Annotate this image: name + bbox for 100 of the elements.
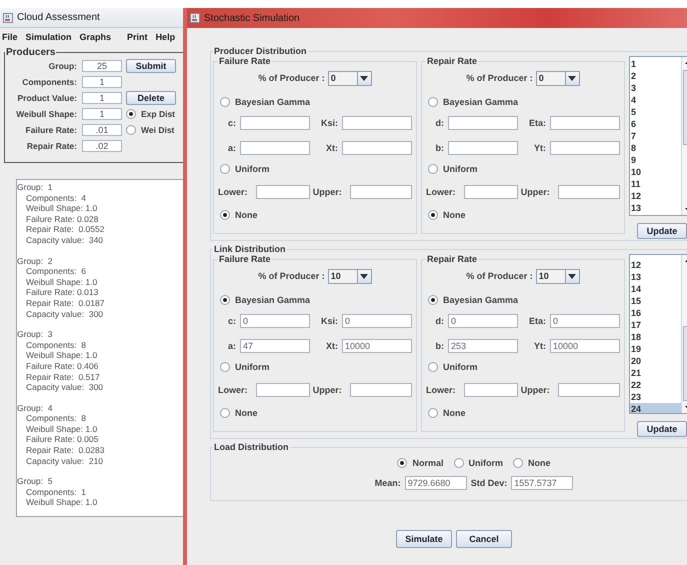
text-field[interactable] bbox=[550, 116, 620, 130]
list-item[interactable]: 4 bbox=[630, 94, 681, 106]
menu-item[interactable]: Graphs bbox=[80, 32, 112, 42]
list-item[interactable]: 3 bbox=[630, 82, 681, 94]
dropdown[interactable]: 10 bbox=[328, 268, 372, 284]
field-label: Std Dev: bbox=[470, 478, 508, 488]
radio-button[interactable]: Bayesian Gamma bbox=[428, 97, 518, 107]
text-field[interactable] bbox=[448, 116, 518, 130]
list-item[interactable]: 24 bbox=[630, 403, 681, 413]
dropdown[interactable]: 10 bbox=[536, 268, 580, 284]
text-field[interactable]: 0 bbox=[240, 314, 310, 328]
text-field[interactable] bbox=[464, 383, 518, 397]
text-field[interactable] bbox=[350, 185, 412, 199]
list-item[interactable]: 14 bbox=[630, 283, 681, 295]
radio-button[interactable]: Uniform bbox=[454, 458, 503, 468]
list-item[interactable]: 13 bbox=[630, 202, 681, 214]
list-item[interactable]: 12 bbox=[630, 190, 681, 202]
text-field[interactable]: 1557.5737 bbox=[511, 476, 574, 490]
group-detail: Weibull Shape: 1.0 bbox=[25, 424, 98, 434]
text-field[interactable]: .01 bbox=[82, 124, 122, 136]
group-detail: Weibull Shape: 1.0 bbox=[25, 203, 98, 214]
text-field[interactable]: 1 bbox=[82, 76, 122, 88]
dropdown[interactable]: 0 bbox=[328, 70, 372, 86]
list-item[interactable]: 6 bbox=[630, 118, 681, 130]
text-field[interactable]: 0 bbox=[342, 314, 412, 328]
text-field[interactable] bbox=[256, 185, 310, 199]
list-item[interactable]: 16 bbox=[630, 307, 681, 319]
text-field[interactable] bbox=[342, 141, 412, 155]
text-field[interactable]: 0 bbox=[448, 314, 518, 328]
radio-button[interactable]: Uniform bbox=[428, 362, 478, 372]
list-item[interactable]: 9 bbox=[630, 154, 681, 166]
field-label: Components: bbox=[21, 77, 77, 87]
action-button[interactable]: Delete bbox=[126, 91, 176, 105]
text-field[interactable] bbox=[558, 185, 620, 199]
text-field[interactable]: 47 bbox=[240, 339, 310, 353]
text-field[interactable] bbox=[550, 141, 620, 155]
field-label: Eta: bbox=[528, 118, 546, 128]
radio-button[interactable]: Wei Dist bbox=[126, 125, 174, 135]
dialog-button[interactable]: Cancel bbox=[456, 530, 512, 548]
text-field[interactable]: 253 bbox=[448, 339, 518, 353]
radio-button[interactable]: Bayesian Gamma bbox=[220, 97, 310, 107]
list-item[interactable]: 10 bbox=[630, 166, 681, 178]
radio-button[interactable]: None bbox=[220, 408, 258, 418]
dropdown[interactable]: 0 bbox=[536, 70, 580, 86]
list-item[interactable]: 20 bbox=[630, 355, 681, 367]
radio-button[interactable]: None bbox=[220, 210, 258, 220]
text-field[interactable]: 1 bbox=[82, 108, 122, 120]
list-item[interactable]: 23 bbox=[630, 391, 681, 403]
text-field[interactable]: .02 bbox=[82, 140, 122, 152]
text-field[interactable]: 0 bbox=[550, 314, 620, 328]
list-item[interactable]: 1 bbox=[630, 58, 681, 70]
radio-button[interactable]: Normal bbox=[397, 458, 444, 468]
text-field[interactable]: 9729.6680 bbox=[404, 476, 467, 490]
update-button[interactable]: Update bbox=[637, 421, 687, 437]
radio-button[interactable]: Exp Dist bbox=[126, 109, 176, 119]
menu-item[interactable]: Simulation bbox=[26, 32, 72, 42]
text-field[interactable] bbox=[448, 141, 518, 155]
menu-item[interactable]: File bbox=[2, 32, 18, 42]
text-field[interactable] bbox=[240, 141, 310, 155]
radio-button[interactable]: None bbox=[428, 210, 466, 220]
text-field[interactable] bbox=[256, 383, 310, 397]
radio-button[interactable]: None bbox=[513, 458, 550, 468]
menu-item[interactable]: Print bbox=[127, 32, 148, 42]
list-item[interactable]: 12 bbox=[630, 259, 681, 271]
radio-button[interactable]: Bayesian Gamma bbox=[220, 295, 310, 305]
dialog-button[interactable]: Simulate bbox=[396, 530, 452, 548]
group-detail: Components: 4 bbox=[25, 192, 88, 204]
list-item[interactable]: 7 bbox=[630, 130, 681, 142]
panel-title: Producers bbox=[5, 47, 56, 58]
update-button[interactable]: Update bbox=[637, 223, 687, 239]
group-detail: Components: 8 bbox=[25, 413, 88, 424]
list-item[interactable]: 8 bbox=[630, 142, 681, 154]
action-button[interactable]: Submit bbox=[126, 59, 176, 73]
text-field[interactable]: 10000 bbox=[550, 339, 620, 353]
list-item[interactable]: 5 bbox=[630, 106, 681, 118]
text-field[interactable]: 1 bbox=[82, 92, 122, 104]
radio-button[interactable]: Uniform bbox=[220, 164, 270, 174]
text-field[interactable]: 10000 bbox=[342, 339, 412, 353]
radio-button[interactable]: None bbox=[428, 408, 466, 418]
list-item[interactable]: 11 bbox=[630, 178, 681, 190]
list-item[interactable]: 21 bbox=[630, 367, 681, 379]
list-item[interactable]: 13 bbox=[630, 271, 681, 283]
list-item[interactable]: 15 bbox=[630, 295, 681, 307]
text-field[interactable] bbox=[350, 383, 412, 397]
list-item[interactable]: 18 bbox=[630, 331, 681, 343]
radio-button[interactable]: Uniform bbox=[428, 164, 478, 174]
radio-button[interactable]: Bayesian Gamma bbox=[428, 295, 518, 305]
list-item[interactable]: 2 bbox=[630, 70, 681, 82]
text-field[interactable] bbox=[342, 116, 412, 130]
text-field[interactable] bbox=[240, 116, 310, 130]
radio-button[interactable]: Uniform bbox=[220, 362, 270, 372]
text-field[interactable] bbox=[558, 383, 620, 397]
text-field[interactable] bbox=[464, 185, 518, 199]
section-title: Link Distribution bbox=[213, 244, 286, 254]
list-item[interactable]: 22 bbox=[630, 379, 681, 391]
text-field[interactable]: 25 bbox=[82, 60, 122, 72]
list-item[interactable]: 19 bbox=[630, 343, 681, 355]
list-item[interactable]: 17 bbox=[630, 319, 681, 331]
field-label: Ksi: bbox=[320, 316, 338, 326]
menu-item[interactable]: Help bbox=[156, 32, 176, 42]
